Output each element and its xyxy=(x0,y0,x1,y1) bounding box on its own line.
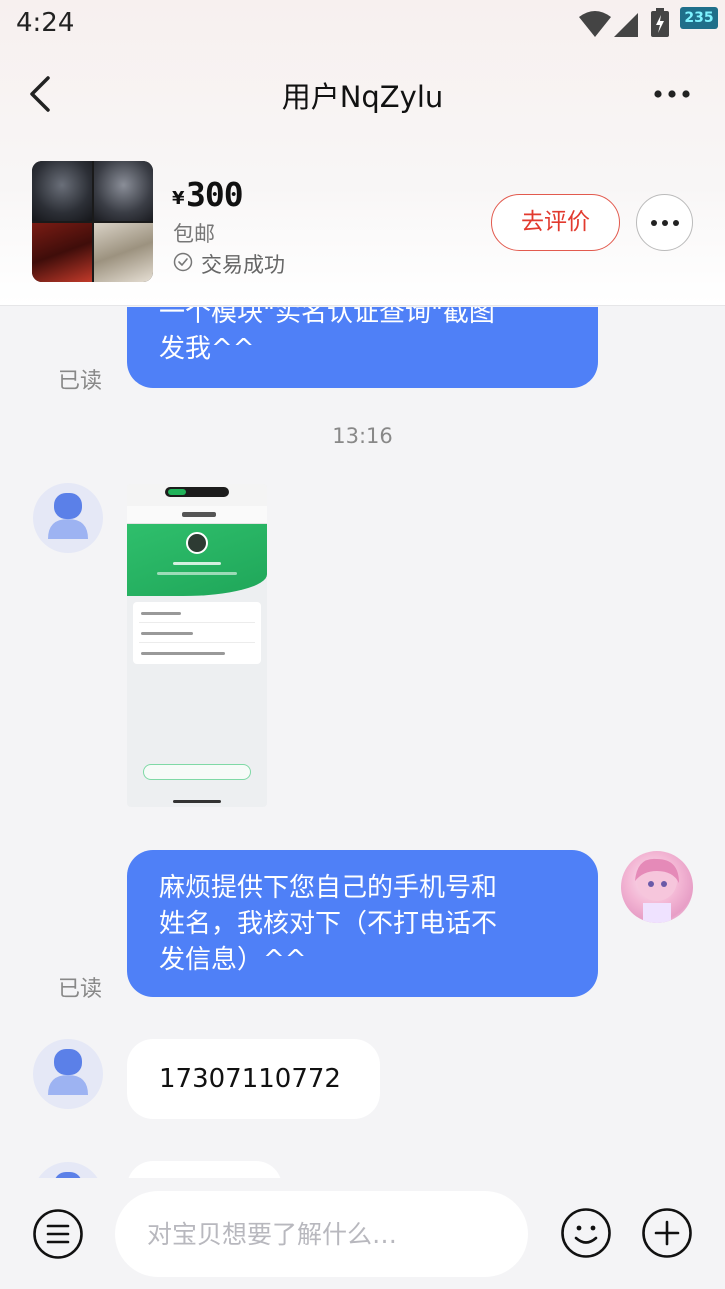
status-bar: 4:24 235 xyxy=(0,0,725,50)
mini-avatar xyxy=(186,532,208,554)
product-price: 300 xyxy=(186,175,244,214)
more-dots-icon[interactable] xyxy=(650,80,694,108)
message-timestamp: 13:16 xyxy=(332,424,393,448)
read-receipt: 已读 xyxy=(58,369,103,394)
message-text: 17307110772 xyxy=(159,1064,341,1094)
chat-title: 用户NqZylu xyxy=(281,80,444,114)
message-input[interactable] xyxy=(115,1191,528,1277)
signal-icon xyxy=(614,13,638,37)
thumb-tile xyxy=(32,222,92,282)
review-button[interactable]: 去评价 xyxy=(491,194,620,251)
product-thumbnail[interactable] xyxy=(32,161,153,282)
message-line: 姓名，我核对下（不打电话不 xyxy=(159,909,498,939)
shipping-label: 包邮 xyxy=(173,222,215,246)
contact-avatar[interactable] xyxy=(33,483,103,553)
message-line: 麻烦提供下您自己的手机号和 xyxy=(159,873,498,903)
image-message[interactable] xyxy=(127,484,267,807)
user-icon xyxy=(48,1049,88,1095)
smiley-icon[interactable] xyxy=(560,1207,612,1259)
menu-lines-icon[interactable] xyxy=(32,1208,84,1260)
contact-avatar[interactable] xyxy=(33,1039,103,1109)
phone-nav-bar xyxy=(127,506,267,524)
incoming-message[interactable] xyxy=(127,1161,282,1178)
status-time: 4:24 xyxy=(16,8,75,38)
check-circle-icon xyxy=(173,252,193,272)
wifi-icon xyxy=(579,11,611,37)
battery-level-badge: 235 xyxy=(680,7,718,29)
message-line: 发信息）^^ xyxy=(159,945,307,975)
home-indicator xyxy=(173,800,221,803)
user-icon xyxy=(48,493,88,539)
outgoing-message[interactable]: 一个模块"实名认证查询"截图 发我^^ xyxy=(127,307,598,388)
thumb-tile xyxy=(32,161,92,221)
mini-button xyxy=(143,764,251,780)
plus-circle-icon[interactable] xyxy=(641,1207,693,1259)
incoming-message[interactable]: 17307110772 xyxy=(127,1039,380,1119)
card-more-button[interactable] xyxy=(636,194,693,251)
message-list[interactable]: 一个模块"实名认证查询"截图 发我^^ 已读 13:16 麻烦提供下您自己的手机… xyxy=(0,307,725,1178)
thumb-tile xyxy=(93,222,153,282)
info-card xyxy=(133,602,261,664)
phone-status-bar xyxy=(127,484,267,506)
message-line: 发我^^ xyxy=(159,334,255,364)
message-line: 一个模块"实名认证查询"截图 xyxy=(159,307,495,328)
contact-avatar[interactable] xyxy=(33,1162,103,1178)
deal-status: 交易成功 xyxy=(201,253,285,277)
anime-avatar-icon xyxy=(635,858,679,923)
battery-charging-icon xyxy=(651,8,669,37)
my-avatar[interactable] xyxy=(621,851,693,923)
currency-symbol: ¥ xyxy=(172,188,185,209)
thumb-tile xyxy=(93,161,153,221)
more-dots-icon xyxy=(651,220,679,226)
outgoing-message[interactable]: 麻烦提供下您自己的手机号和 姓名，我核对下（不打电话不 发信息）^^ xyxy=(127,850,598,997)
read-receipt: 已读 xyxy=(58,977,103,1002)
